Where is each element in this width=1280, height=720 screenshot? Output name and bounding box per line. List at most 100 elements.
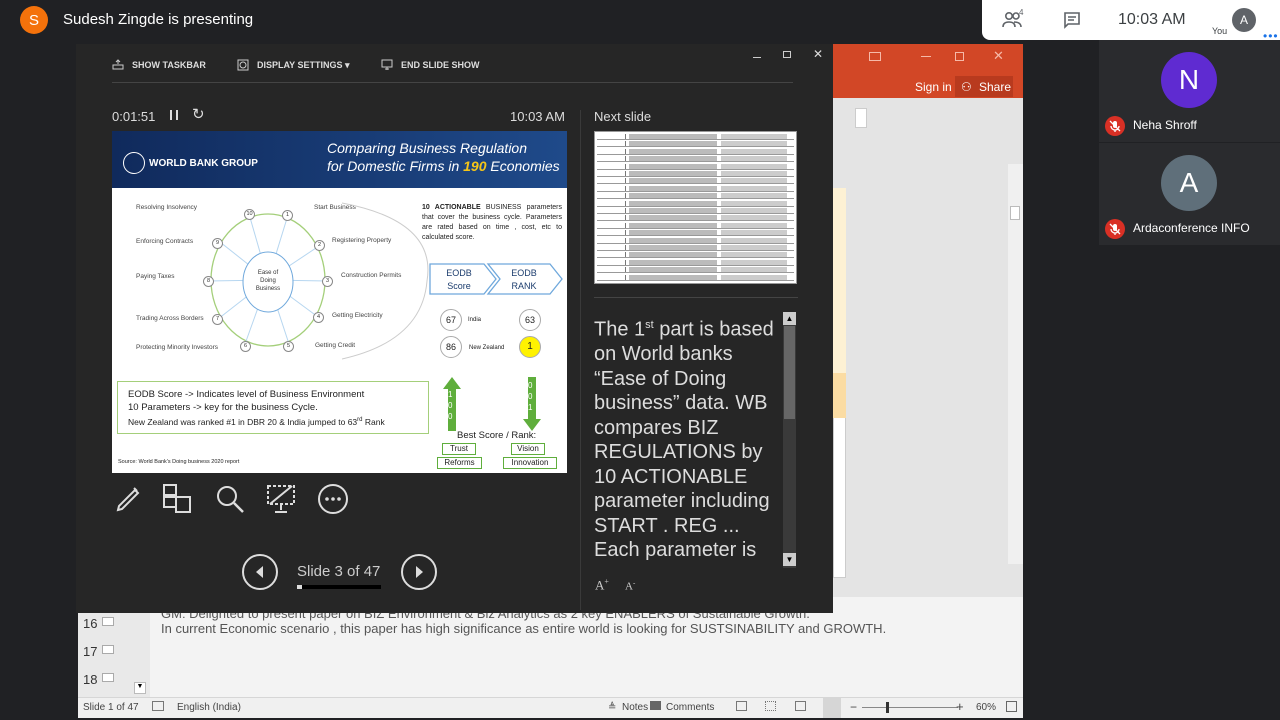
slide-title-line1: Comparing Business Regulation (327, 140, 527, 156)
nz-score: 86 (440, 336, 462, 358)
status-language[interactable]: English (India) (177, 702, 241, 713)
sign-in-link[interactable]: Sign in (915, 80, 952, 94)
next-slide-label: Next slide (594, 109, 652, 124)
ribbon-display-icon[interactable] (869, 52, 881, 61)
display-settings-button[interactable]: DISPLAY SETTINGS ▾ (237, 59, 350, 71)
next-slide-row (597, 163, 794, 170)
tag-reforms: Reforms (437, 457, 482, 469)
ppt-slide-fill-2 (833, 373, 846, 418)
next-slide-row (597, 200, 794, 207)
wheel-number: 1 (282, 210, 293, 221)
zoom-level[interactable]: 60% (976, 702, 996, 713)
chat-icon[interactable] (1062, 10, 1084, 30)
zoom-in-icon[interactable]: + (956, 699, 964, 714)
ppt-status-bar: Slide 1 of 47 English (India) ≜ Notes Co… (78, 697, 1023, 718)
india-rank: 63 (519, 309, 541, 331)
ppt-minimize-icon[interactable] (921, 56, 931, 57)
participant-name: Ardaconference INFO (1133, 221, 1250, 235)
participant-tile-arda[interactable]: A Ardaconference INFO (1099, 143, 1280, 245)
thumb-icon (102, 617, 114, 626)
country-nz: New Zealand (469, 345, 505, 351)
speaker-notes[interactable]: The 1st part is based on World banks “Ea… (594, 313, 784, 567)
ppt-vertical-scrollbar[interactable] (1008, 164, 1023, 564)
best-score-label: Best Score / Rank: (457, 430, 537, 441)
increase-font-icon[interactable]: A+ (595, 577, 609, 593)
thumb-number[interactable]: 16 (83, 616, 97, 631)
wheel-number: 2 (314, 240, 325, 251)
slide-source: Source: World Bank's Doing business 2020… (118, 459, 240, 465)
eodb-rank-label: EODB RANK (511, 268, 537, 291)
next-slide-row (597, 222, 794, 229)
zoom-slider[interactable] (862, 707, 958, 708)
arrow-down-label: 001 (528, 381, 533, 412)
zoom-icon[interactable] (213, 482, 247, 516)
wheel-center-label: Ease of Doing Business (255, 270, 281, 292)
summary-line: 10 Parameters -> key for the business Cy… (128, 402, 318, 413)
ppt-maximize-icon[interactable] (955, 52, 964, 61)
zoom-slider-thumb[interactable] (886, 702, 889, 713)
window-restore-icon[interactable] (783, 51, 791, 58)
notes-icon[interactable]: ≜ (608, 702, 616, 713)
slideshow-view-icon[interactable] (823, 698, 841, 718)
thumb-number[interactable]: 18 (83, 672, 97, 687)
ppt-title-bar: ✕ Sign in Share ⚇ (833, 44, 1023, 98)
black-screen-icon[interactable] (264, 482, 298, 516)
notes-scroll-thumb[interactable] (784, 326, 795, 419)
end-slide-show-button[interactable]: END SLIDE SHOW (381, 59, 480, 70)
world-bank-globe-icon (123, 152, 145, 174)
elapsed-timer: 0:01:51 (112, 109, 156, 124)
panel-divider (580, 110, 581, 610)
next-slide-preview[interactable] (594, 131, 797, 284)
spellcheck-icon[interactable] (152, 701, 164, 711)
ppt-slide-fill (833, 188, 846, 373)
next-slide-button[interactable] (401, 554, 437, 590)
pen-icon[interactable] (112, 482, 146, 516)
see-all-slides-icon[interactable] (161, 482, 195, 516)
participant-name: Neha Shroff (1133, 118, 1197, 132)
next-slide-row (597, 185, 794, 192)
next-slide-row (597, 274, 794, 281)
notes-scroll-down-icon[interactable]: ▼ (783, 553, 796, 566)
show-taskbar-button[interactable]: SHOW TASKBAR (112, 59, 206, 70)
fit-slide-icon[interactable] (1006, 701, 1017, 712)
notes-scrollbar[interactable] (783, 312, 796, 568)
more-options-icon[interactable] (316, 482, 350, 516)
wheel-number: 5 (283, 341, 294, 352)
you-avatar[interactable]: A (1232, 8, 1256, 32)
title-suffix: Economies (486, 158, 560, 174)
share-label: Share (979, 80, 1012, 94)
window-close-icon[interactable]: ✕ (813, 47, 823, 61)
speaker-notes-text: The 1st part is based on World banks “Ea… (594, 318, 774, 562)
notes-scroll-up-icon[interactable]: ▲ (783, 312, 796, 325)
reading-view-icon[interactable] (795, 701, 806, 711)
sorter-view-icon[interactable] (765, 701, 776, 711)
show-taskbar-label: SHOW TASKBAR (132, 59, 206, 70)
next-slide-row (597, 141, 794, 148)
next-arrow-icon (416, 566, 423, 578)
status-slide-count: Slide 1 of 47 (83, 702, 139, 713)
comments-toggle[interactable]: Comments (666, 702, 714, 713)
eodb-score-label: EODB Score (446, 268, 472, 291)
scroll-down-icon[interactable]: ▼ (134, 682, 146, 694)
restart-timer-icon[interactable]: ↻ (192, 105, 205, 123)
zoom-out-icon[interactable]: − (850, 700, 857, 714)
thumb-number[interactable]: 17 (83, 644, 97, 659)
summary-line: EODB Score -> Indicates level of Busines… (128, 389, 365, 400)
pause-icon[interactable] (170, 110, 178, 120)
nz-rank: 1 (519, 336, 541, 358)
next-slide-row (597, 134, 794, 140)
param-left: Protecting Minority Investors (136, 344, 219, 351)
ppt-scroll-thumb[interactable] (1010, 206, 1020, 220)
ppt-close-icon[interactable]: ✕ (993, 48, 1004, 64)
previous-slide-button[interactable] (242, 554, 278, 590)
meeting-clock: 10:03 AM (1118, 11, 1186, 28)
normal-view-icon[interactable] (736, 701, 747, 711)
notes-toggle[interactable]: Notes (622, 702, 648, 713)
ppt-ribbon-dropdown[interactable] (855, 108, 867, 128)
title-prefix: for Domestic Firms in (327, 158, 464, 174)
decrease-font-icon[interactable]: A- (625, 579, 635, 593)
next-slide-row (597, 148, 794, 155)
tag-trust: Trust (442, 443, 476, 455)
participant-tile-neha[interactable]: N Neha Shroff (1099, 40, 1280, 142)
window-minimize-icon[interactable] (753, 57, 761, 58)
